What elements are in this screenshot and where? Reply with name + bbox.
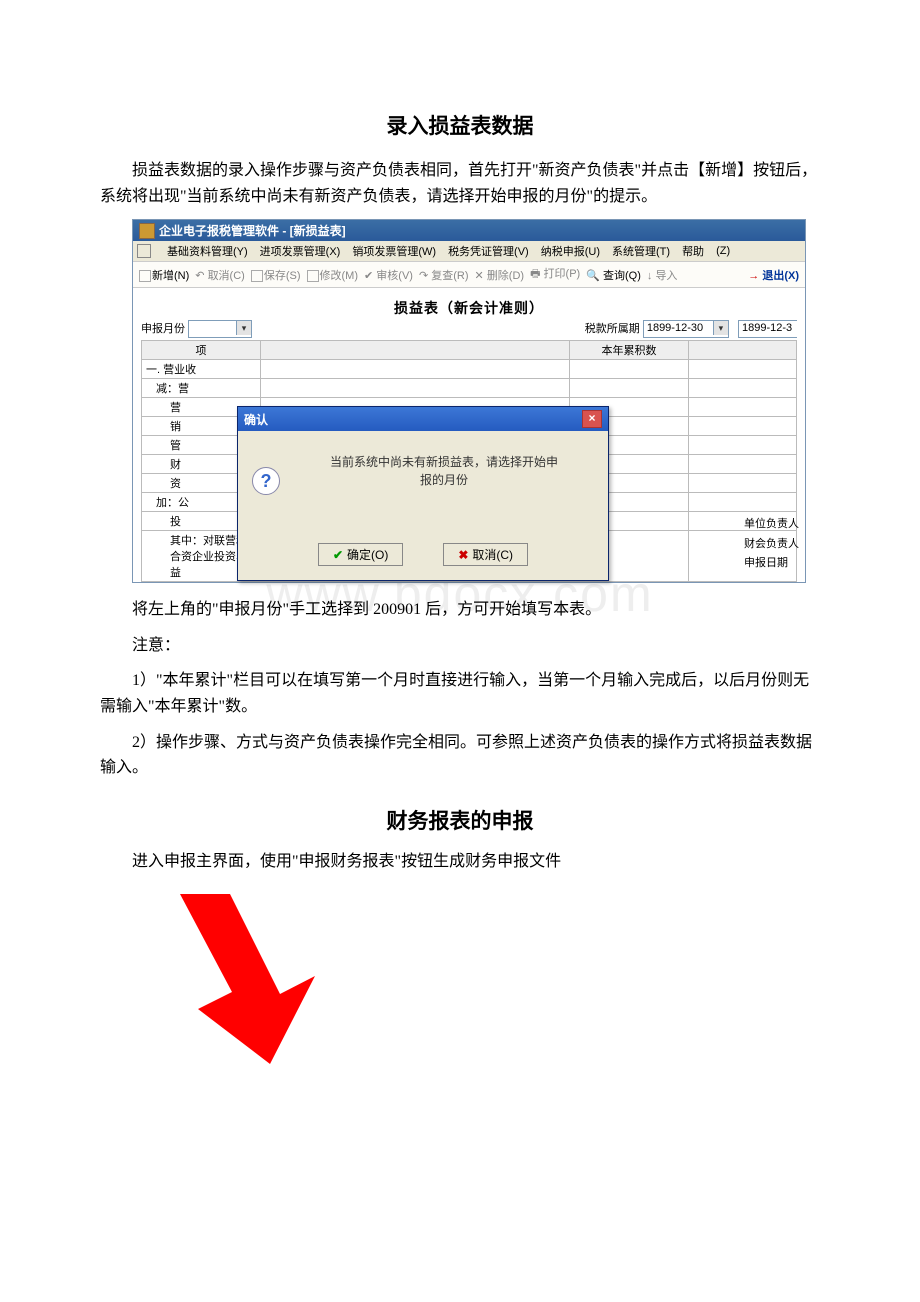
titlebar: 企业电子报税管理软件 - [新损益表] <box>133 220 805 241</box>
menu-in-invoice[interactable]: 进项发票管理(X) <box>260 243 341 259</box>
para-4: 1）"本年累计"栏目可以在填写第一个月时直接进行输入，当第一个月输入完成后，以后… <box>100 668 820 719</box>
para-6: 进入申报主界面，使用"申报财务报表"按钮生成财务申报文件 <box>100 849 820 875</box>
menu-tax-doc[interactable]: 税务凭证管理(V) <box>448 243 529 259</box>
tb-print[interactable]: 🖶 打印(P) <box>530 265 580 284</box>
form-area: 损益表（新会计准则） 申报月份 ▾ 税款所属期 1899-12-30▾ 1899… <box>133 288 805 582</box>
app-icon <box>139 223 155 239</box>
tax-period-end[interactable]: 1899-12-3 <box>738 320 797 338</box>
tb-audit[interactable]: ✔ 审核(V) <box>364 267 413 283</box>
para-5: 2）操作步骤、方式与资产负债表操作完全相同。可参照上述资产负债表的操作方式将损益… <box>100 730 820 781</box>
tb-new[interactable]: 新增(N) <box>139 267 189 283</box>
tax-period-combo[interactable]: 1899-12-30▾ <box>643 320 729 338</box>
row-label: 一. 营业收 <box>142 360 261 379</box>
tb-delete[interactable]: ✕ 删除(D) <box>475 267 525 283</box>
dialog-message: 当前系统中尚未有新损益表，请选择开始申 报的月份 <box>294 451 594 489</box>
close-button[interactable]: × <box>582 410 602 428</box>
label-unit-head: 单位负责人 <box>744 515 799 535</box>
tb-save[interactable]: 保存(S) <box>251 267 301 283</box>
cancel-button[interactable]: ✖取消(C) <box>443 543 528 566</box>
question-icon: ? <box>252 467 280 495</box>
tb-query[interactable]: 🔍 查询(Q) <box>586 267 641 283</box>
tb-import[interactable]: ↓ 导入 <box>647 267 678 283</box>
col-item: 项 <box>142 341 261 360</box>
side-labels: 单位负责人 财会负责人 申报日期 <box>744 515 799 574</box>
menubar: 基础资料管理(Y) 进项发票管理(X) 销项发票管理(W) 税务凭证管理(V) … <box>133 241 805 262</box>
label-declare-date: 申报日期 <box>744 554 799 574</box>
form-title: 损益表（新会计准则） <box>141 298 797 318</box>
check-icon: ✔ <box>333 548 343 562</box>
menu-help[interactable]: 帮助 <box>682 243 704 259</box>
menu-z[interactable]: (Z) <box>716 245 730 257</box>
app-window: 企业电子报税管理软件 - [新损益表] 基础资料管理(Y) 进项发票管理(X) … <box>132 219 806 583</box>
heading-report-declare: 财务报表的申报 <box>100 805 820 835</box>
ok-button[interactable]: ✔确定(O) <box>318 543 403 566</box>
dialog-title: 确认 <box>244 411 268 428</box>
col-extra <box>689 341 797 360</box>
menu-out-invoice[interactable]: 销项发票管理(W) <box>352 243 436 259</box>
menu-declare[interactable]: 纳税申报(U) <box>541 243 600 259</box>
row-label: 减：营 <box>142 379 261 398</box>
tb-edit[interactable]: 修改(M) <box>307 267 359 283</box>
tb-recheck[interactable]: ↷ 复查(R) <box>419 267 469 283</box>
chevron-down-icon: ▾ <box>713 321 728 335</box>
tax-period-label: 税款所属期 <box>585 323 640 335</box>
window-title: 企业电子报税管理软件 - [新损益表] <box>159 222 346 239</box>
para-1: 损益表数据的录入操作步骤与资产负债表相同，首先打开"新资产负债表"并点击【新增】… <box>100 158 820 209</box>
toolbar: 新增(N) ↶ 取消(C) 保存(S) 修改(M) ✔ 审核(V) ↷ 复查(R… <box>133 262 805 288</box>
x-icon: ✖ <box>458 548 468 562</box>
control-box-icon <box>137 244 151 258</box>
para-2: 将左上角的"申报月份"手工选择到 200901 后，方可开始填写本表。 <box>100 597 820 623</box>
chevron-down-icon: ▾ <box>236 321 251 335</box>
label-acct-head: 财会负责人 <box>744 535 799 555</box>
confirm-dialog: 确认 × ? 当前系统中尚未有新损益表，请选择开始申 报的月份 ✔确定(O) ✖… <box>237 406 609 581</box>
menu-system[interactable]: 系统管理(T) <box>612 243 670 259</box>
col-accum: 本年累积数 <box>570 341 689 360</box>
declare-month-combo[interactable]: ▾ <box>188 320 252 338</box>
menu-basic[interactable]: 基础资料管理(Y) <box>167 243 248 259</box>
heading-enter-profit-loss: 录入损益表数据 <box>100 110 820 140</box>
tb-exit[interactable]: → 退出(X) <box>748 267 799 283</box>
para-3-label: 注意： <box>100 633 820 659</box>
col-blank <box>261 341 570 360</box>
tb-cancel[interactable]: ↶ 取消(C) <box>195 267 245 283</box>
declare-month-label: 申报月份 <box>141 323 185 335</box>
red-arrow-graphic <box>160 894 820 1064</box>
